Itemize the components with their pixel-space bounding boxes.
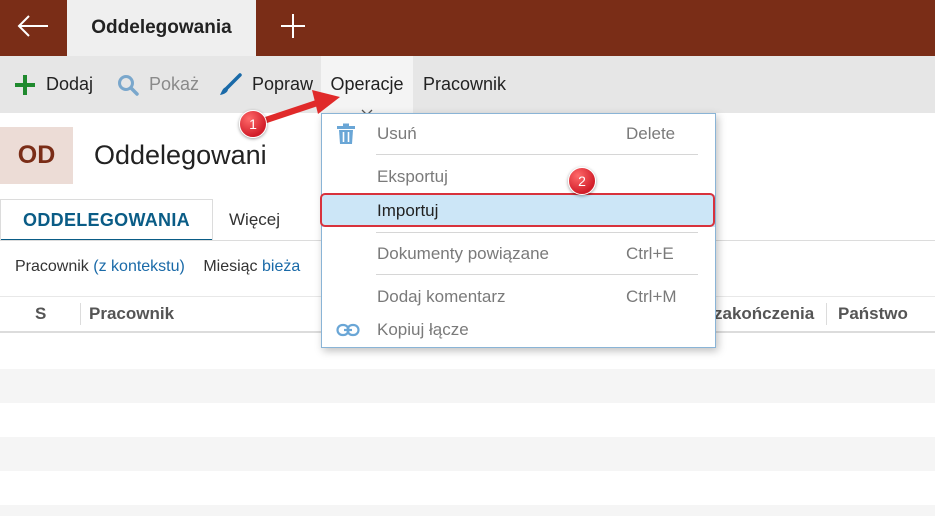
table-row[interactable] xyxy=(0,471,935,505)
top-bar: Oddelegowania xyxy=(0,0,935,56)
toolbar: Dodaj Pokaż Popraw Operacje Pracownik xyxy=(0,56,935,116)
column-header-status[interactable]: S xyxy=(35,297,46,331)
callout-badge-2: 2 xyxy=(568,167,596,195)
table-row[interactable] xyxy=(0,369,935,403)
tab-oddelegowania-list[interactable]: ODDELEGOWANIA xyxy=(0,199,213,241)
menu-item-shortcut: Delete xyxy=(626,124,676,143)
operations-label: Operacje xyxy=(330,74,404,94)
table-row[interactable] xyxy=(0,403,935,437)
month-filter-label: Miesiąc xyxy=(203,258,258,275)
employee-button[interactable]: Pracownik xyxy=(423,56,506,113)
menu-item-export[interactable]: Eksportuj xyxy=(322,161,715,193)
column-separator xyxy=(80,303,81,325)
month-filter-value[interactable]: bieża xyxy=(262,258,300,275)
show-button[interactable]: Pokaż xyxy=(117,56,199,113)
module-badge: OD xyxy=(0,127,73,184)
operations-button[interactable]: Operacje xyxy=(321,56,413,116)
tab-oddelegowania[interactable]: Oddelegowania xyxy=(67,0,256,56)
table-row[interactable] xyxy=(0,437,935,471)
menu-item-related-documents[interactable]: Dokumenty powiązane Ctrl+E xyxy=(322,238,715,270)
show-label: Pokaż xyxy=(149,74,200,94)
menu-item-label: Kopiuj łącze xyxy=(377,320,469,339)
tab-more[interactable]: Więcej xyxy=(229,199,280,240)
column-header-country[interactable]: Państwo xyxy=(838,297,908,331)
menu-item-copy-link[interactable]: Kopiuj łącze xyxy=(322,314,715,346)
column-header-end-date[interactable]: zakończenia xyxy=(714,297,814,331)
brush-icon xyxy=(218,72,242,97)
filter-bar: Pracownik (z kontekstu) Miesiąc bieża xyxy=(15,258,300,276)
employee-filter-label: Pracownik xyxy=(15,258,89,275)
menu-item-label: Usuń xyxy=(377,124,417,143)
plus-icon xyxy=(280,13,306,44)
employee-label: Pracownik xyxy=(423,74,507,94)
menu-item-label: Dokumenty powiązane xyxy=(377,244,549,263)
back-button[interactable] xyxy=(0,0,66,56)
edit-button[interactable]: Popraw xyxy=(218,56,313,113)
page-title: Oddelegowani xyxy=(94,140,267,170)
link-icon xyxy=(336,323,360,337)
menu-item-shortcut: Ctrl+M xyxy=(626,287,677,306)
menu-item-label: Eksportuj xyxy=(377,167,448,186)
menu-separator xyxy=(376,154,698,155)
column-separator xyxy=(826,303,827,325)
back-arrow-icon xyxy=(16,14,50,43)
menu-item-delete[interactable]: Usuń Delete xyxy=(322,118,715,150)
search-icon xyxy=(117,74,139,96)
trash-icon xyxy=(336,123,356,145)
add-button[interactable]: Dodaj xyxy=(14,56,93,113)
table-row[interactable] xyxy=(0,505,935,516)
menu-item-add-comment[interactable]: Dodaj komentarz Ctrl+M xyxy=(322,281,715,313)
column-header-employee[interactable]: Pracownik xyxy=(89,297,174,331)
menu-item-label: Dodaj komentarz xyxy=(377,287,506,306)
menu-separator xyxy=(376,232,698,233)
new-tab-button[interactable] xyxy=(266,0,320,56)
operations-menu: Usuń Delete Eksportuj Importuj Dokumenty… xyxy=(321,113,716,348)
menu-item-shortcut: Ctrl+E xyxy=(626,244,674,263)
callout-badge-1: 1 xyxy=(239,110,267,138)
add-label: Dodaj xyxy=(46,74,94,94)
plus-icon xyxy=(14,74,36,96)
edit-label: Popraw xyxy=(252,74,314,94)
employee-filter-value[interactable]: (z kontekstu) xyxy=(93,258,185,275)
import-highlight-frame xyxy=(320,193,715,227)
menu-separator xyxy=(376,274,698,275)
